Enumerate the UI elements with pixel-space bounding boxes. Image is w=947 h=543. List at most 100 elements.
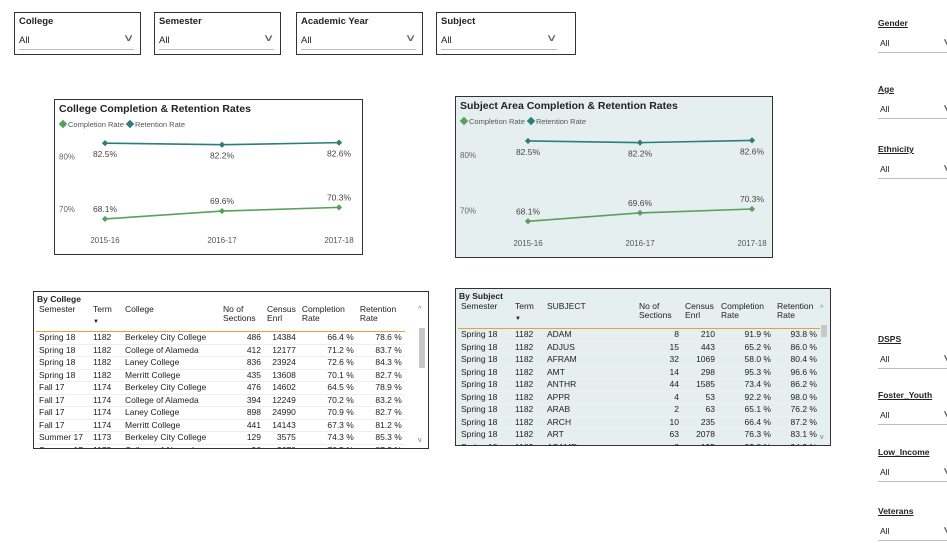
table-cell: 443 bbox=[682, 341, 718, 354]
table-row[interactable]: Spring 18 1182 ADJUS 15 443 65.2 % 86.0 % bbox=[458, 341, 820, 354]
gender-dropdown[interactable]: All ∨ bbox=[878, 36, 947, 53]
dsps-dropdown[interactable]: All ∨ bbox=[878, 352, 947, 369]
data-point bbox=[748, 137, 756, 144]
table-cell: 1182 bbox=[90, 369, 122, 382]
table-row[interactable]: Spring 181182ASAME819592.8 %94.3 % bbox=[458, 441, 820, 445]
chevron-down-icon[interactable]: ∨ bbox=[941, 353, 947, 364]
by-subject-table[interactable]: By Subject Semester Term ▼ SUBJECT No of Sec… bbox=[455, 288, 831, 446]
table-cell: 441 bbox=[220, 419, 264, 432]
table-row[interactable]: Spring 18 1182 ARAB 2 63 65.1 % 76.2 % bbox=[458, 403, 820, 417]
table-cell: 2670 bbox=[264, 444, 299, 448]
subject-slicer[interactable]: Subject All ∨ bbox=[436, 12, 576, 55]
column-header[interactable]: No of Sections bbox=[220, 305, 264, 332]
table-cell: AMT bbox=[544, 366, 636, 379]
ethnicity-slicer[interactable]: Ethnicity All ∨ bbox=[878, 144, 947, 184]
chevron-down-icon[interactable]: ∨ bbox=[941, 466, 947, 477]
ethnicity-dropdown[interactable]: All ∨ bbox=[878, 162, 947, 179]
table-row[interactable]: Spring 18 1182 ANTHR 44 1585 73.4 % 86.2 % bbox=[458, 378, 820, 392]
scroll-thumb[interactable] bbox=[419, 328, 425, 368]
semester-slicer-label: Semester bbox=[159, 16, 202, 27]
column-header-label: No of Sections bbox=[639, 301, 672, 320]
column-header[interactable]: Term ▼ bbox=[90, 305, 122, 332]
chart-plot: 80% 70% 2015-16 2016-17 2017-18 68.1% 69.6% 70.… bbox=[460, 137, 767, 248]
table-row[interactable]: Spring 18 1182 Berkeley City College 486 143… bbox=[36, 331, 405, 345]
column-header[interactable]: College bbox=[122, 305, 220, 332]
sort-down-icon[interactable]: ▼ bbox=[93, 318, 119, 327]
scroll-up-icon[interactable]: ^ bbox=[418, 306, 421, 313]
table-cell: Spring 18 bbox=[458, 428, 512, 442]
age-dropdown-value: All bbox=[880, 104, 890, 114]
table-cell: 394 bbox=[220, 394, 264, 407]
college-slicer[interactable]: College All ∨ bbox=[14, 12, 141, 55]
semester-dropdown[interactable]: All ∨ bbox=[159, 33, 274, 50]
table-cell: 94.3 % bbox=[774, 441, 820, 445]
chevron-down-icon[interactable]: ∨ bbox=[262, 33, 274, 44]
foster-youth-dropdown[interactable]: All ∨ bbox=[878, 408, 947, 425]
column-header[interactable]: Census Enrl bbox=[682, 302, 718, 329]
scroll-thumb[interactable] bbox=[821, 325, 827, 337]
column-header[interactable]: Completion Rate bbox=[298, 305, 357, 332]
low-income-dropdown[interactable]: All ∨ bbox=[878, 465, 947, 482]
table-row[interactable]: Spring 18 1182 ADAM 8 210 91.9 % 93.8 % bbox=[458, 328, 820, 342]
table-row[interactable]: Spring 18 1182 ARCH 10 235 66.4 % 87.2 % bbox=[458, 416, 820, 429]
foster-youth-slicer[interactable]: Foster_Youth All ∨ bbox=[878, 390, 947, 430]
column-header[interactable]: SUBJECT bbox=[544, 302, 636, 329]
chevron-down-icon[interactable]: ∨ bbox=[941, 103, 947, 114]
table-row[interactable]: Fall 17 1174 Laney College 898 24990 70.9 % 82… bbox=[36, 406, 405, 420]
vertical-scrollbar[interactable]: ^ v bbox=[418, 306, 425, 444]
table-row[interactable]: Spring 18 1182 College of Alameda 412 12177 7… bbox=[36, 344, 405, 357]
table-row[interactable]: Spring 18 1182 Merritt College 435 13608 70.1… bbox=[36, 369, 405, 382]
table-row[interactable]: Fall 17 1174 Berkeley City College 476 14602… bbox=[36, 381, 405, 395]
table-cell: 435 bbox=[220, 369, 264, 382]
table-row[interactable]: Spring 18 1182 AFRAM 32 1069 58.0 % 80.4 % bbox=[458, 353, 820, 367]
scroll-up-icon[interactable]: ^ bbox=[820, 305, 823, 312]
chevron-down-icon[interactable]: ∨ bbox=[545, 33, 557, 44]
data-label: 82.6% bbox=[740, 146, 765, 156]
sort-down-icon[interactable]: ▼ bbox=[515, 315, 541, 324]
veterans-slicer[interactable]: Veterans All ∨ bbox=[878, 506, 947, 543]
table-cell: 78.6 % bbox=[356, 331, 405, 345]
column-header[interactable]: Term ▼ bbox=[512, 302, 544, 329]
table-row[interactable]: Spring 18 1182 APPR 4 53 92.2 % 98.0 % bbox=[458, 391, 820, 404]
by-college-table[interactable]: By College Semester Term ▼ College No of Sec… bbox=[33, 291, 429, 449]
table-row[interactable]: Summer 171173College of Alameda96267076.… bbox=[36, 444, 405, 448]
academic-year-slicer[interactable]: Academic Year All ∨ bbox=[296, 12, 423, 55]
gender-slicer[interactable]: Gender All ∨ bbox=[878, 18, 947, 58]
chevron-down-icon[interactable]: ∨ bbox=[122, 33, 134, 44]
academic-year-dropdown[interactable]: All ∨ bbox=[301, 33, 416, 50]
table-row[interactable]: Spring 18 1182 AMT 14 298 95.3 % 96.6 % bbox=[458, 366, 820, 379]
chevron-down-icon[interactable]: ∨ bbox=[941, 37, 947, 48]
dsps-slicer[interactable]: DSPS All ∨ bbox=[878, 334, 947, 374]
table-cell: 1182 bbox=[512, 403, 544, 417]
table-row[interactable]: Summer 17 1173 Berkeley City College 129 357… bbox=[36, 431, 405, 445]
column-header[interactable]: Retention Rate bbox=[774, 302, 820, 329]
table-cell: 63 bbox=[636, 428, 682, 442]
chevron-down-icon[interactable]: ∨ bbox=[941, 525, 947, 536]
table-cell: 1069 bbox=[682, 353, 718, 367]
table-row[interactable]: Fall 17 1174 Merritt College 441 14143 67.3 %… bbox=[36, 419, 405, 432]
chevron-down-icon[interactable]: ∨ bbox=[941, 409, 947, 420]
age-dropdown[interactable]: All ∨ bbox=[878, 102, 947, 119]
table-row[interactable]: Spring 18 1182 ART 63 2078 76.3 % 83.1 % bbox=[458, 428, 820, 442]
column-header[interactable]: Completion Rate bbox=[718, 302, 774, 329]
table-row[interactable]: Fall 17 1174 College of Alameda 394 12249 70.… bbox=[36, 394, 405, 407]
veterans-dropdown[interactable]: All ∨ bbox=[878, 524, 947, 541]
table-cell: 23924 bbox=[264, 356, 299, 370]
semester-slicer[interactable]: Semester All ∨ bbox=[154, 12, 281, 55]
low-income-slicer[interactable]: Low_Income All ∨ bbox=[878, 447, 947, 487]
column-header[interactable]: Semester bbox=[458, 302, 512, 329]
column-header[interactable]: Census Enrl bbox=[264, 305, 299, 332]
table-row[interactable]: Spring 18 1182 Laney College 836 23924 72.6 %… bbox=[36, 356, 405, 370]
scroll-down-icon[interactable]: v bbox=[820, 434, 824, 441]
column-header[interactable]: Semester bbox=[36, 305, 90, 332]
college-dropdown[interactable]: All ∨ bbox=[19, 33, 134, 50]
column-header[interactable]: Retention Rate bbox=[356, 305, 405, 332]
scroll-down-icon[interactable]: v bbox=[418, 437, 422, 444]
age-slicer[interactable]: Age All ∨ bbox=[878, 84, 947, 124]
column-header[interactable]: No of Sections bbox=[636, 302, 682, 329]
chevron-down-icon[interactable]: ∨ bbox=[941, 163, 947, 174]
subject-dropdown[interactable]: All ∨ bbox=[441, 33, 557, 50]
chevron-down-icon[interactable]: ∨ bbox=[404, 33, 416, 44]
table-cell: 1174 bbox=[90, 406, 122, 420]
vertical-scrollbar[interactable]: ^ v bbox=[820, 303, 827, 441]
